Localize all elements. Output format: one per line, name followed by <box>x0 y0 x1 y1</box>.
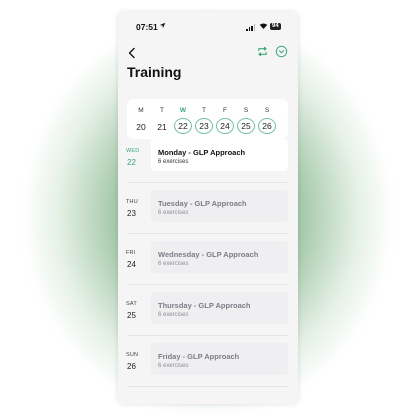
workout-subtitle: 6 exercises <box>158 159 189 165</box>
row-divider <box>127 386 288 387</box>
workout-title: Tuesday - GLP Approach <box>158 199 247 208</box>
workout-card[interactable]: Friday - GLP Approach 6 exercises <box>151 343 288 375</box>
weekday-date: 20 <box>136 122 146 132</box>
workout-date: 26 <box>127 362 136 371</box>
workout-subtitle: 6 exercises <box>158 210 189 216</box>
workout-card[interactable]: Monday - GLP Approach 6 exercises <box>151 139 288 171</box>
workout-row: THU 23 Tuesday - GLP Approach 6 exercise… <box>118 190 298 238</box>
weekday-letter: S <box>264 107 270 114</box>
back-chevron-icon[interactable] <box>127 46 137 59</box>
workout-card[interactable]: Tuesday - GLP Approach 6 exercises <box>151 190 288 222</box>
workout-row: WED 22 Monday - GLP Approach 6 exercises <box>118 139 298 187</box>
battery-indicator: 94 <box>270 23 281 30</box>
weekday-letter: W <box>179 107 187 114</box>
workout-date: 23 <box>127 209 136 218</box>
workout-card[interactable]: Wednesday - GLP Approach 6 exercises <box>151 241 288 273</box>
workout-card[interactable]: Thursday - GLP Approach 6 exercises <box>151 292 288 324</box>
workout-title: Friday - GLP Approach <box>158 352 240 361</box>
weekday-date: 24 <box>216 118 234 134</box>
workout-title: Wednesday - GLP Approach <box>158 250 259 259</box>
workout-weekday: SUN <box>126 352 139 358</box>
weekday-date: 23 <box>195 118 213 134</box>
check-circle-icon[interactable] <box>275 45 288 58</box>
workout-row: SAT 25 Thursday - GLP Approach 6 exercis… <box>118 292 298 340</box>
workout-row: SUN 26 Friday - GLP Approach 6 exercises <box>118 343 298 391</box>
workout-title: Monday - GLP Approach <box>158 148 246 157</box>
status-bar: 07:51 94 <box>118 20 298 34</box>
workout-subtitle: 6 exercises <box>158 261 189 267</box>
weekday-letter: S <box>243 107 249 114</box>
row-divider <box>127 182 288 183</box>
weekday-date: 21 <box>157 122 167 132</box>
wifi-icon <box>259 22 268 30</box>
workout-weekday: WED <box>126 148 140 154</box>
page-title: Training <box>127 64 182 80</box>
weekday-date: 26 <box>258 118 276 134</box>
weekday-letter: M <box>138 107 144 114</box>
workout-subtitle: 6 exercises <box>158 312 189 318</box>
weekday-date: 22 <box>174 118 192 134</box>
workout-row: FRI 24 Wednesday - GLP Approach 6 exerci… <box>118 241 298 289</box>
repeat-icon[interactable] <box>256 45 269 58</box>
weekday-letter: T <box>160 107 164 114</box>
workout-date: 25 <box>127 311 136 320</box>
workout-weekday: THU <box>126 199 138 205</box>
workout-title: Thursday - GLP Approach <box>158 301 251 310</box>
workout-date: 24 <box>127 260 136 269</box>
row-divider <box>127 284 288 285</box>
workout-date: 22 <box>127 158 136 167</box>
workout-subtitle: 6 exercises <box>158 363 189 369</box>
location-arrow-icon <box>159 22 166 31</box>
row-divider <box>127 335 288 336</box>
row-divider <box>127 233 288 234</box>
status-time: 07:51 <box>136 22 158 32</box>
signal-icon <box>246 24 256 31</box>
weekday-letter: T <box>202 107 206 114</box>
weekday-letter: F <box>223 107 227 114</box>
workout-weekday: FRI <box>126 250 136 256</box>
weekday-date: 25 <box>237 118 255 134</box>
week-strip: M 20 T 21 W 22 T 23 F 24 S 25 S 26 <box>127 99 288 139</box>
workout-weekday: SAT <box>126 301 137 307</box>
phone-screen: 07:51 94 Training M 20 T 21 W 22 T 23 F … <box>118 12 298 404</box>
